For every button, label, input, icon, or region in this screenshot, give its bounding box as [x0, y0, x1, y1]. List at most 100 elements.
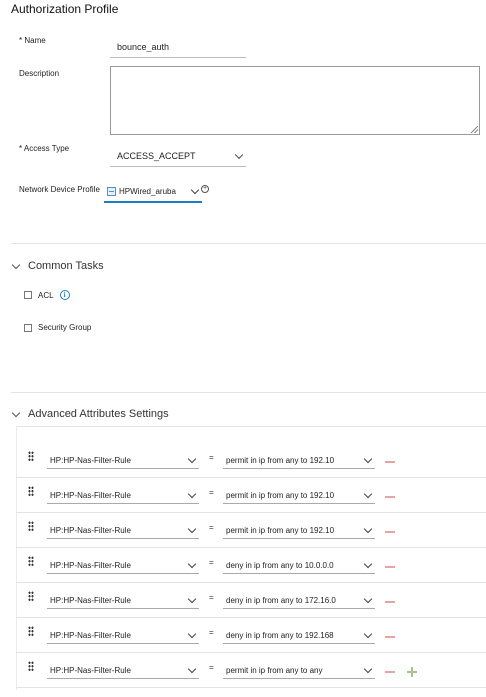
operator: =	[209, 663, 214, 672]
chevron-down-icon	[187, 454, 197, 464]
attribute-value-text: permit in ip from any to 192.10	[226, 491, 335, 500]
attribute-select[interactable]: HP:HP-Nas-Filter-Rule	[47, 524, 199, 539]
operator: =	[209, 453, 214, 462]
remove-row-icon[interactable]	[385, 496, 395, 498]
drag-handle-icon[interactable]	[28, 486, 34, 496]
remove-row-icon[interactable]	[385, 531, 395, 533]
value-select[interactable]: permit in ip from any to any	[223, 665, 375, 679]
attribute-value-text: permit in ip from any to 192.10	[226, 456, 335, 465]
chevron-down-icon	[363, 490, 373, 499]
name-label: * Name	[19, 36, 46, 45]
value-select[interactable]: permit in ip from any to 192.10	[223, 525, 375, 539]
access-type-value: ACCESS_ACCEPT	[117, 150, 196, 161]
attribute-value-text: deny in ip from any to 192.168	[226, 631, 334, 640]
drag-handle-icon[interactable]	[28, 521, 34, 531]
drag-handle-icon[interactable]	[28, 451, 34, 461]
attribute-select[interactable]: HP:HP-Nas-Filter-Rule	[47, 489, 199, 504]
attribute-value-text: deny in ip from any to 172.16.0	[226, 596, 336, 605]
attribute-value-text: permit in ip from any to 192.10	[226, 526, 335, 535]
common-tasks-header: Common Tasks	[28, 260, 104, 272]
attribute-select[interactable]: HP:HP-Nas-Filter-Rule	[47, 454, 199, 469]
operator: =	[209, 523, 214, 532]
attribute-value: HP:HP-Nas-Filter-Rule	[50, 491, 131, 500]
drag-handle-icon[interactable]	[28, 626, 34, 636]
remove-row-icon[interactable]	[385, 636, 395, 638]
value-select[interactable]: deny in ip from any to 172.16.0	[223, 595, 375, 609]
remove-row-icon[interactable]	[385, 601, 395, 603]
drag-handle-icon[interactable]	[28, 591, 34, 601]
value-select[interactable]: permit in ip from any to 192.10	[223, 490, 375, 504]
attribute-row: HP:HP-Nas-Filter-Rule = deny in ip from …	[16, 618, 486, 653]
security-group-checkbox[interactable]	[24, 323, 32, 332]
description-textarea[interactable]	[110, 66, 480, 135]
attribute-select[interactable]: HP:HP-Nas-Filter-Rule	[47, 594, 199, 609]
chevron-down-icon	[234, 150, 244, 159]
ndp-value: HPWired_aruba	[119, 186, 176, 196]
attribute-row: HP:HP-Nas-Filter-Rule = permit in ip fro…	[16, 653, 486, 688]
divider	[11, 392, 486, 393]
attribute-value: HP:HP-Nas-Filter-Rule	[50, 631, 131, 640]
attribute-value-text: deny in ip from any to 10.0.0.0	[226, 561, 334, 570]
attribute-row: HP:HP-Nas-Filter-Rule = permit in ip fro…	[16, 478, 486, 513]
security-group-row: Security Group	[24, 323, 91, 332]
access-type-select[interactable]: ACCESS_ACCEPT	[110, 145, 246, 167]
attribute-row: HP:HP-Nas-Filter-Rule = permit in ip fro…	[16, 513, 486, 548]
add-circle-icon[interactable]: +	[201, 185, 209, 193]
attribute-value: HP:HP-Nas-Filter-Rule	[50, 561, 131, 570]
attribute-row: HP:HP-Nas-Filter-Rule = deny in ip from …	[16, 548, 486, 583]
remove-row-icon[interactable]	[385, 566, 395, 568]
ndp-select[interactable]: HPWired_aruba	[104, 181, 202, 203]
remove-row-icon[interactable]	[385, 461, 395, 463]
operator: =	[209, 628, 214, 637]
drag-handle-icon[interactable]	[28, 661, 34, 671]
divider	[16, 426, 486, 427]
advanced-attributes-header: Advanced Attributes Settings	[28, 408, 169, 420]
acl-checkbox[interactable]	[24, 291, 32, 299]
attribute-select[interactable]: HP:HP-Nas-Filter-Rule	[47, 559, 199, 574]
value-select[interactable]: deny in ip from any to 10.0.0.0	[223, 560, 375, 574]
attribute-select[interactable]: HP:HP-Nas-Filter-Rule	[47, 664, 199, 679]
device-profile-icon	[107, 186, 116, 196]
attribute-value: HP:HP-Nas-Filter-Rule	[50, 666, 131, 675]
value-select[interactable]: deny in ip from any to 192.168	[223, 630, 375, 644]
page-title: Authorization Profile	[11, 2, 119, 16]
chevron-down-icon	[363, 630, 373, 639]
common-tasks-toggle[interactable]: Common Tasks	[11, 260, 104, 272]
chevron-down-icon	[187, 664, 197, 674]
chevron-down-icon	[187, 629, 197, 639]
acl-label: ACL	[38, 290, 54, 300]
info-icon[interactable]: i	[59, 290, 70, 300]
chevron-down-icon	[190, 185, 200, 195]
add-row-icon[interactable]	[407, 667, 417, 677]
attribute-value: HP:HP-Nas-Filter-Rule	[50, 456, 131, 465]
attribute-select[interactable]: HP:HP-Nas-Filter-Rule	[47, 629, 199, 644]
chevron-down-icon	[11, 408, 21, 417]
acl-row: ACL i	[24, 290, 70, 300]
security-group-label: Security Group	[38, 323, 92, 332]
ndp-label: Network Device Profile	[19, 185, 100, 194]
value-select[interactable]: permit in ip from any to 192.10	[223, 455, 375, 469]
chevron-down-icon	[187, 489, 197, 499]
description-label: Description	[19, 69, 60, 78]
advanced-attributes-toggle[interactable]: Advanced Attributes Settings	[11, 408, 169, 420]
operator: =	[209, 593, 214, 602]
attribute-row: HP:HP-Nas-Filter-Rule = permit in ip fro…	[16, 443, 486, 478]
divider	[11, 243, 486, 244]
operator: =	[209, 488, 214, 497]
operator: =	[209, 558, 214, 567]
name-field[interactable]	[110, 36, 246, 58]
attribute-value-text: permit in ip from any to any	[226, 666, 323, 675]
chevron-down-icon	[187, 559, 197, 569]
resize-handle-icon[interactable]	[471, 126, 478, 133]
chevron-down-icon	[363, 665, 373, 674]
chevron-down-icon	[363, 560, 373, 569]
chevron-down-icon	[363, 595, 373, 604]
chevron-down-icon	[363, 455, 373, 464]
chevron-down-icon	[11, 260, 21, 269]
attribute-row: HP:HP-Nas-Filter-Rule = deny in ip from …	[16, 583, 486, 618]
drag-handle-icon[interactable]	[28, 556, 34, 566]
remove-row-icon[interactable]	[385, 671, 395, 673]
chevron-down-icon	[187, 524, 197, 534]
chevron-down-icon	[363, 525, 373, 534]
chevron-down-icon	[187, 594, 197, 604]
